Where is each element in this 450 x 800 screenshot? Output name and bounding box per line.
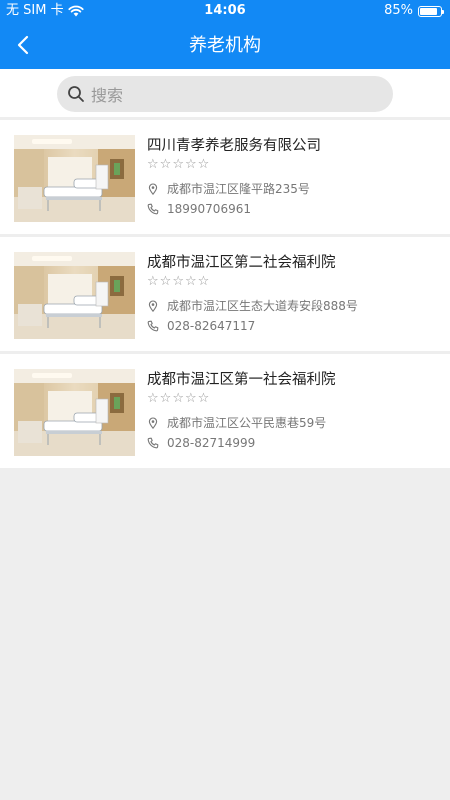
- location-pin-icon: [148, 182, 158, 195]
- institution-name: 四川青孝养老服务有限公司: [147, 138, 321, 154]
- address-text: 成都市温江区生态大道寿安段888号: [167, 299, 358, 313]
- battery-icon: [418, 5, 444, 17]
- star-icon: ☆: [184, 157, 197, 172]
- address-text: 成都市温江区隆平路235号: [167, 182, 310, 196]
- phone-text: 18990706961: [167, 202, 251, 216]
- star-icon: ☆: [184, 274, 197, 289]
- institution-photo: [14, 252, 135, 339]
- institution-address: 成都市温江区隆平路235号: [147, 180, 310, 197]
- institution-phone[interactable]: 028-82647117: [147, 319, 255, 333]
- rating-stars: ☆ ☆ ☆ ☆ ☆: [147, 275, 209, 289]
- location-pin-icon: [148, 416, 158, 429]
- star-icon: ☆: [147, 274, 159, 289]
- navigation-bar: 养老机构: [0, 22, 450, 69]
- star-icon: ☆: [147, 391, 159, 406]
- search-box[interactable]: [57, 76, 393, 114]
- status-right: 85%: [384, 0, 444, 22]
- rating-stars: ☆ ☆ ☆ ☆ ☆: [147, 158, 209, 172]
- institution-phone[interactable]: 18990706961: [147, 202, 251, 216]
- status-bar: 无 SIM 卡 14:06 85%: [0, 0, 450, 22]
- phone-text: 028-82714999: [167, 436, 256, 450]
- star-icon: ☆: [184, 391, 197, 406]
- search-bar: [0, 69, 450, 117]
- institution-item[interactable]: 成都市温江区第二社会福利院 ☆ ☆ ☆ ☆ ☆ 成都市温江区生态大道寿安段888号 02…: [0, 237, 450, 351]
- institution-photo: [14, 135, 135, 222]
- institution-photo: [14, 369, 135, 456]
- star-icon: ☆: [197, 157, 210, 172]
- location-pin-icon: [148, 299, 158, 312]
- status-time: 14:06: [204, 3, 246, 18]
- institution-item[interactable]: 四川青孝养老服务有限公司 ☆ ☆ ☆ ☆ ☆ 成都市温江区隆平路235号 1899070…: [0, 120, 450, 234]
- battery-percent: 85%: [384, 3, 413, 18]
- star-icon: ☆: [172, 274, 184, 289]
- star-icon: ☆: [197, 391, 210, 406]
- phone-icon: [147, 320, 159, 332]
- star-icon: ☆: [172, 391, 184, 406]
- phone-icon: [147, 203, 159, 215]
- star-icon: ☆: [159, 391, 172, 406]
- address-text: 成都市温江区公平民惠巷59号: [167, 416, 327, 430]
- institution-item[interactable]: 成都市温江区第一社会福利院 ☆ ☆ ☆ ☆ ☆ 成都市温江区公平民惠巷59号 028-8…: [0, 354, 450, 468]
- page-title: 养老机构: [189, 35, 261, 56]
- search-icon: [68, 86, 84, 102]
- institution-name: 成都市温江区第二社会福利院: [147, 255, 336, 271]
- search-input[interactable]: [89, 76, 383, 114]
- chevron-left-icon: [17, 35, 29, 55]
- phone-text: 028-82647117: [167, 319, 256, 333]
- battery-fill: [420, 7, 437, 15]
- star-icon: ☆: [159, 274, 172, 289]
- star-icon: ☆: [159, 157, 172, 172]
- institution-phone[interactable]: 028-82714999: [147, 436, 255, 450]
- phone-icon: [147, 437, 159, 449]
- back-button[interactable]: [8, 30, 38, 60]
- institution-list: 四川青孝养老服务有限公司 ☆ ☆ ☆ ☆ ☆ 成都市温江区隆平路235号 1899070…: [0, 120, 450, 471]
- rating-stars: ☆ ☆ ☆ ☆ ☆: [147, 392, 209, 406]
- institution-address: 成都市温江区公平民惠巷59号: [147, 414, 326, 431]
- institution-address: 成都市温江区生态大道寿安段888号: [147, 297, 358, 314]
- star-icon: ☆: [172, 157, 184, 172]
- institution-name: 成都市温江区第一社会福利院: [147, 372, 336, 388]
- star-icon: ☆: [147, 157, 159, 172]
- star-icon: ☆: [197, 274, 210, 289]
